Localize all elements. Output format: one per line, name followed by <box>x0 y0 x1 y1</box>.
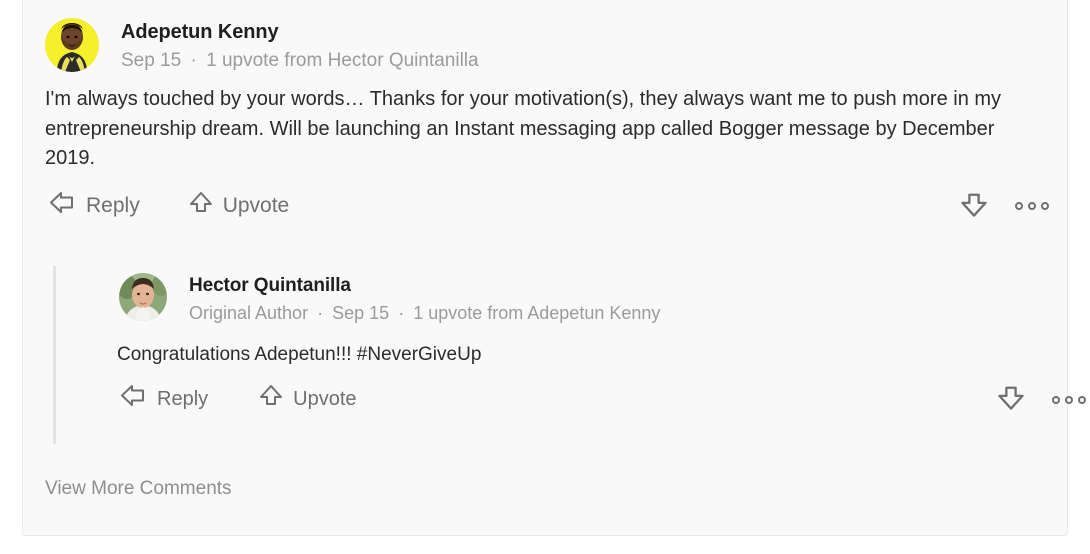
upvote-count-text: 1 upvote from Adepetun Kenny <box>413 303 661 323</box>
upvote-arrow-icon <box>258 383 284 415</box>
nested-comment-identity: Hector Quintanilla Original Author · Sep… <box>189 274 660 325</box>
comment-actions: Reply Upvote <box>49 187 1067 225</box>
primary-actions: Reply Upvote <box>49 190 289 222</box>
nested-more-options-button[interactable] <box>1052 395 1086 404</box>
comment-date: Sep 15 <box>332 303 390 323</box>
original-author-badge: Original Author <box>189 303 309 323</box>
downvote-arrow-icon <box>996 382 1026 417</box>
more-options-icon <box>1028 202 1036 210</box>
more-options-icon <box>1015 202 1023 210</box>
adepetun-kenny-avatar[interactable] <box>45 18 99 72</box>
upvote-label: Upvote <box>222 193 290 217</box>
nested-comment-body-text: Congratulations Adepetun!!! #NeverGiveUp <box>117 344 482 365</box>
more-options-icon <box>1041 202 1049 210</box>
nested-comment: Hector Quintanilla Original Author · Sep… <box>56 266 1086 418</box>
more-options-button[interactable] <box>1015 202 1049 210</box>
comment-header: Adepetun Kenny Sep 15 · 1 upvote from He… <box>23 0 1067 73</box>
reply-button[interactable]: Reply <box>49 190 140 222</box>
upvote-button[interactable]: Upvote <box>188 190 290 222</box>
view-more-comments-link[interactable]: View More Comments <box>45 478 232 500</box>
nested-secondary-actions <box>996 382 1086 417</box>
avatar-image <box>119 273 167 321</box>
upvote-label: Upvote <box>293 387 357 410</box>
more-options-icon <box>1052 395 1060 404</box>
more-options-icon <box>1078 395 1086 404</box>
comment-identity: Adepetun Kenny Sep 15 · 1 upvote from He… <box>121 20 479 73</box>
nested-comment-header: Hector Quintanilla Original Author · Sep… <box>56 266 1069 325</box>
secondary-actions <box>959 189 1049 224</box>
meta-separator: · <box>190 50 197 71</box>
comments-card: Adepetun Kenny Sep 15 · 1 upvote from He… <box>22 0 1086 536</box>
reply-arrow-icon <box>49 190 77 222</box>
downvote-button[interactable] <box>959 189 989 224</box>
downvote-arrow-icon <box>959 189 989 224</box>
comment-thread-root: Adepetun Kenny Sep 15 · 1 upvote from He… <box>23 0 1067 225</box>
hector-quintanilla-avatar[interactable] <box>119 273 167 321</box>
upvote-arrow-icon <box>188 190 214 222</box>
nested-comment-actions: Reply Upvote <box>120 380 1086 418</box>
nested-primary-actions: Reply Upvote <box>120 383 357 415</box>
nested-author-name[interactable]: Hector Quintanilla <box>189 274 660 297</box>
comment-body-text: I'm always touched by your words… Thanks… <box>45 88 1002 169</box>
nested-reply-button[interactable]: Reply <box>120 383 208 415</box>
reply-arrow-icon <box>120 383 148 415</box>
nested-upvote-button[interactable]: Upvote <box>258 383 357 415</box>
more-options-icon <box>1065 395 1073 404</box>
nested-downvote-button[interactable] <box>996 382 1026 417</box>
author-name[interactable]: Adepetun Kenny <box>121 20 479 44</box>
meta-separator: · <box>398 303 405 323</box>
nested-reply-thread: Hector Quintanilla Original Author · Sep… <box>53 266 1086 444</box>
nested-comment-meta: Original Author · Sep 15 · 1 upvote from… <box>189 302 660 325</box>
meta-separator: · <box>317 303 324 323</box>
reply-label: Reply <box>157 387 209 410</box>
reply-label: Reply <box>86 193 140 217</box>
comment-meta: Sep 15 · 1 upvote from Hector Quintanill… <box>121 49 479 73</box>
upvote-count-text: 1 upvote from Hector Quintanilla <box>206 50 479 71</box>
avatar-image <box>45 18 99 72</box>
comment-date: Sep 15 <box>121 50 182 71</box>
